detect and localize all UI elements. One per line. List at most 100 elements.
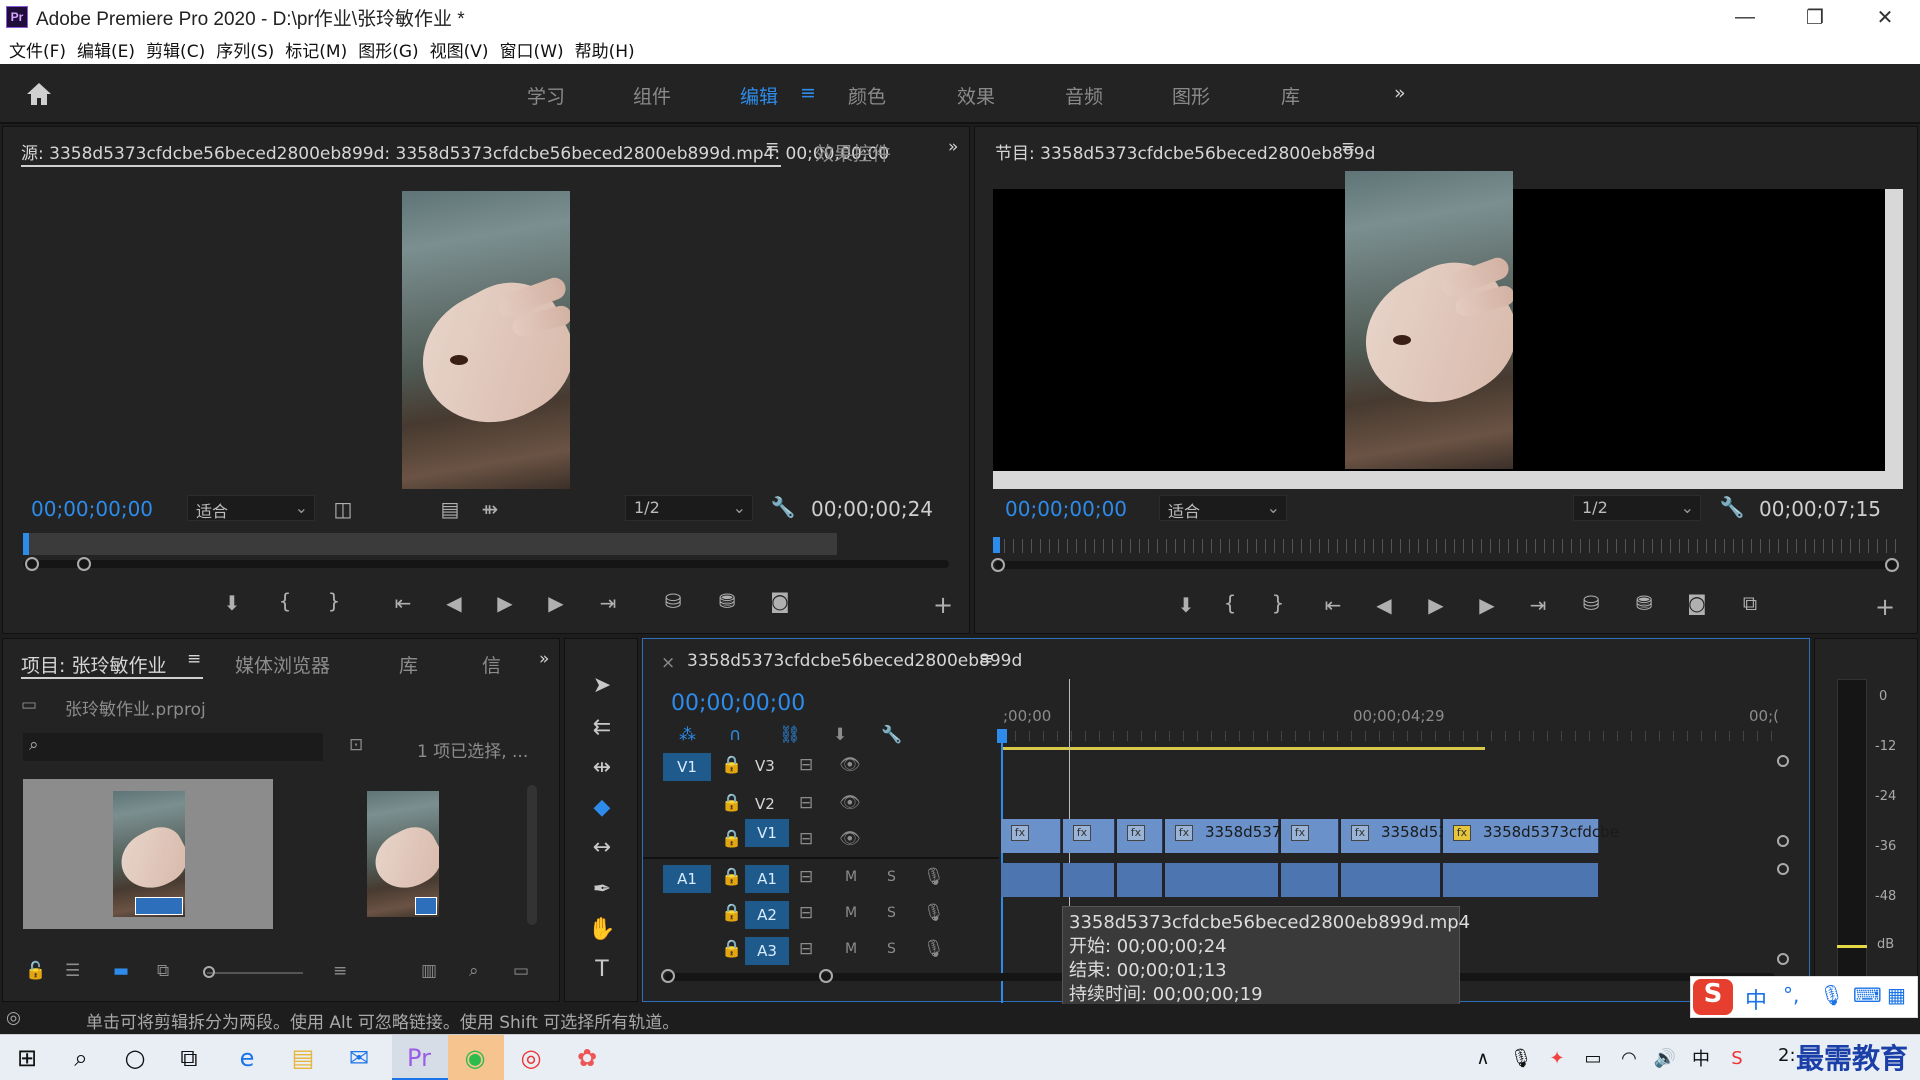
tray-app-icon[interactable]: ✦ (1542, 1043, 1572, 1073)
tray-chevron-icon[interactable]: ∧ (1468, 1043, 1498, 1073)
mic-a3-icon[interactable]: 🎙 (923, 939, 945, 959)
ws-tab-effects[interactable]: 效果 (957, 82, 995, 109)
insert-icon[interactable]: ⛁ (658, 589, 688, 613)
source-patch-a1[interactable]: A1 (663, 865, 711, 893)
ime-mic-icon[interactable]: 🎙 (1819, 983, 1844, 1007)
source-overflow-icon[interactable]: » (948, 137, 958, 157)
lock-icon[interactable]: 🔓 (25, 961, 46, 981)
v1-clip-6[interactable]: fx 3358d53 (1341, 819, 1448, 853)
mark-in-icon[interactable]: { (270, 589, 300, 613)
track-v3-label[interactable]: V3 (755, 757, 775, 775)
menu-help[interactable]: 帮助(H) (575, 37, 635, 62)
audio-zoom-handle-bottom[interactable] (1777, 953, 1789, 965)
go-to-out-icon[interactable]: ⇥ (593, 591, 623, 615)
program-add-button-icon[interactable]: + (1870, 593, 1900, 621)
v1-clip-5[interactable]: fx (1281, 819, 1339, 853)
safe-margins-icon[interactable]: ◫ (328, 497, 358, 521)
close-button[interactable]: ✕ (1850, 0, 1920, 34)
export-frame-camera-icon[interactable]: ◙ (765, 589, 795, 613)
effect-controls-tab[interactable]: 效果控件 (815, 139, 891, 166)
zoom-handle-right[interactable] (77, 557, 91, 571)
lock-track-v2-icon[interactable]: 🔒 (721, 793, 742, 813)
ws-tab-audio[interactable]: 音频 (1065, 82, 1103, 109)
chrome-icon[interactable]: ◎ (516, 1043, 546, 1073)
a1-clip-6[interactable] (1341, 863, 1441, 897)
sequence-tab[interactable]: 3358d5373cfdcbe56beced2800eb899d (687, 651, 1022, 671)
step-forward-icon[interactable]: ▶ (541, 591, 571, 615)
solo-a2-button[interactable]: S (887, 905, 896, 921)
razor-tool-icon[interactable]: ◆ (587, 795, 617, 825)
a1-clip-7[interactable] (1443, 863, 1599, 897)
extract-icon[interactable]: ⛃ (1629, 591, 1659, 615)
source-panel-menu-icon[interactable]: ≡ (765, 137, 779, 157)
ime-toolbox-icon[interactable]: ▦ (1887, 983, 1906, 1007)
tray-sogou-icon[interactable]: S (1722, 1043, 1752, 1073)
project-scrollbar[interactable] (527, 785, 537, 925)
a1-clip-4[interactable] (1165, 863, 1279, 897)
ws-tab-editing[interactable]: 编辑 (740, 82, 778, 109)
eye-v3-icon[interactable]: 👁 (839, 755, 861, 775)
solo-a3-button[interactable]: S (887, 941, 896, 957)
lock-track-v1-icon[interactable]: 🔒 (721, 829, 742, 849)
ws-tab-graphics[interactable]: 图形 (1172, 82, 1210, 109)
step-back-icon[interactable]: ◀ (439, 591, 469, 615)
v1-clip-4[interactable]: fx 3358d537 (1165, 819, 1281, 853)
export-frame-icon[interactable]: ▤ (435, 497, 465, 521)
eye-v1-icon[interactable]: 👁 (839, 829, 861, 849)
source-patch-v1[interactable]: V1 (663, 753, 711, 781)
slip-tool-icon[interactable]: ↔ (587, 835, 617, 865)
pen-tool-icon[interactable]: ✒ (587, 877, 617, 907)
source-playhead[interactable] (23, 533, 29, 555)
project-overflow-icon[interactable]: » (539, 649, 549, 669)
timeline-zoom-handle-right[interactable] (819, 969, 833, 983)
sync-lock-v1-icon[interactable]: ⊟ (799, 829, 813, 849)
program-zoom-handle-right[interactable] (1885, 558, 1899, 572)
project-search-input[interactable]: ⌕ (23, 733, 323, 761)
program-go-to-out-icon[interactable]: ⇥ (1523, 593, 1553, 617)
menu-edit[interactable]: 编辑(E) (77, 37, 135, 62)
menu-window[interactable]: 窗口(W) (500, 37, 564, 62)
overwrite-icon[interactable]: ⛃ (712, 589, 742, 613)
type-tool-icon[interactable]: T (587, 957, 617, 987)
timeline-ruler-ticks[interactable] (1001, 731, 1781, 741)
ime-punctuation[interactable]: °, (1783, 983, 1799, 1007)
program-fit-dropdown[interactable]: 适合 ⌄ (1159, 495, 1287, 521)
mute-a3-button[interactable]: M (845, 941, 857, 957)
mute-a1-button[interactable]: M (845, 869, 857, 885)
program-step-back-icon[interactable]: ◀ (1369, 593, 1399, 617)
mail-icon[interactable]: ✉ (344, 1043, 374, 1073)
timeline-playhead-handle[interactable] (997, 729, 1007, 743)
program-step-forward-icon[interactable]: ▶ (1472, 593, 1502, 617)
menu-sequence[interactable]: 序列(S) (216, 37, 274, 62)
menu-view[interactable]: 视图(V) (430, 37, 489, 62)
a1-clip-5[interactable] (1281, 863, 1339, 897)
mic-a1-icon[interactable]: 🎙 (923, 867, 945, 887)
lock-track-v3-icon[interactable]: 🔒 (721, 755, 742, 775)
program-play-icon[interactable]: ▶ (1421, 593, 1451, 617)
freeform-view-icon[interactable]: ⧉ (157, 961, 169, 981)
clock[interactable]: 2: (1778, 1045, 1796, 1066)
source-fit-dropdown[interactable]: 适合 ⌄ (187, 495, 315, 521)
find-icon[interactable]: ⌕ (469, 961, 479, 981)
source-tab[interactable]: 源: 3358d5373cfdcbe56beced2800eb899d: 335… (21, 139, 889, 164)
add-marker-icon[interactable]: ⬇ (217, 591, 247, 615)
volume-icon[interactable]: 🔊 (1650, 1043, 1680, 1073)
track-a3-label[interactable]: A3 (745, 937, 789, 965)
program-mark-out-icon[interactable]: } (1263, 591, 1293, 615)
file-explorer-icon[interactable]: ▤ (288, 1043, 318, 1073)
ws-tab-learn[interactable]: 学习 (527, 82, 565, 109)
ws-tab-libraries[interactable]: 库 (1281, 82, 1300, 109)
mic-a2-icon[interactable]: 🎙 (923, 903, 945, 923)
source-timeline-ruler[interactable] (23, 533, 837, 555)
program-zoom-handle-left[interactable] (991, 558, 1005, 572)
program-zoom-bar[interactable] (995, 561, 1899, 569)
program-panel-menu-icon[interactable]: ≡ (1341, 137, 1355, 157)
linked-selection-icon[interactable]: ⛓ (779, 725, 801, 745)
wifi-icon[interactable]: ◠ (1614, 1043, 1644, 1073)
ripple-edit-tool-icon[interactable]: ⇹ (587, 755, 617, 785)
tray-mic-icon[interactable]: 🎙 (1506, 1043, 1536, 1073)
eye-v2-icon[interactable]: 👁 (839, 793, 861, 813)
v1-clip-2[interactable]: fx (1063, 819, 1115, 853)
track-v2-label[interactable]: V2 (755, 795, 775, 813)
comparison-view-icon[interactable]: ⧉ (1735, 591, 1765, 615)
